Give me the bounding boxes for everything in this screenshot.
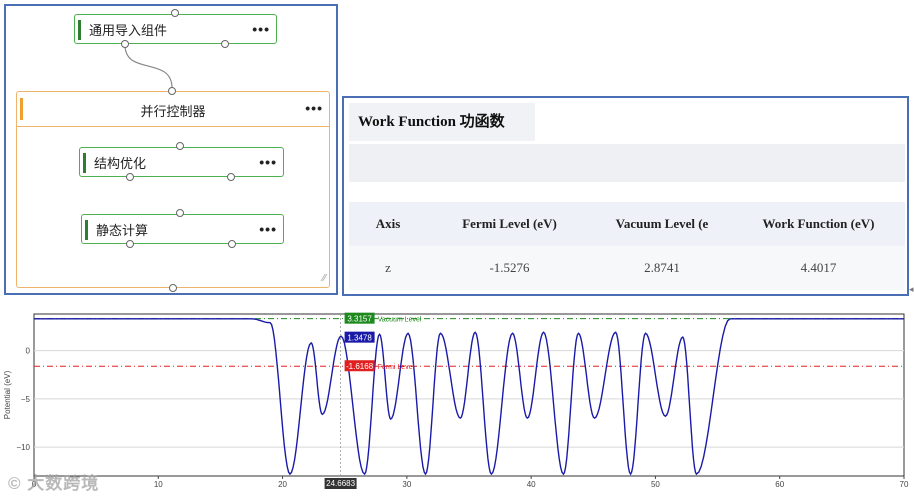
output-port[interactable] [169,284,177,292]
group-parallel-controller[interactable]: 并行控制器 ••• ⁄⁄ [16,91,330,288]
x-tick-label: 60 [775,480,784,489]
x-tick-label: 30 [402,480,411,489]
group-title: 并行控制器 [140,104,206,119]
x-tick-label: 70 [900,480,909,489]
output-port[interactable] [126,173,134,181]
output-port[interactable] [221,40,229,48]
work-function-panel: Work Function 功函数 Axis Fermi Level (eV) … [342,96,909,296]
node-optimize-label: 结构优化 [94,155,147,171]
column-header[interactable]: Vacuum Level (e [592,216,732,232]
x-tick-label: 20 [278,480,287,489]
y-tick-label: −5 [21,395,31,404]
x-tick-label: 50 [651,480,660,489]
table-cell: z [385,260,391,275]
hline-value-label: 3.3157 [347,315,372,324]
node-static-label: 静态计算 [96,222,149,238]
column-header[interactable]: Fermi Level (eV) [427,216,592,232]
series-value-label: 1.3478 [347,334,372,343]
node-status-bar [85,220,88,240]
y-axis-label: Potential (eV) [3,370,12,419]
table-header: Axis Fermi Level (eV) Vacuum Level (e Wo… [349,202,905,246]
output-port[interactable] [121,40,129,48]
more-options-icon[interactable]: ••• [252,21,270,37]
node-status-bar [83,153,86,173]
work-function-table: Axis Fermi Level (eV) Vacuum Level (e Wo… [349,202,905,290]
node-static[interactable]: 静态计算 ••• [81,214,284,244]
watermark: © 大数跨境 [8,474,100,493]
column-header[interactable]: Axis [349,216,427,232]
node-optimize[interactable]: 结构优化 ••• [79,147,284,177]
work-function-title: Work Function 功函数 [349,103,535,141]
expand-caret-icon[interactable]: ◂ [909,284,914,295]
output-port[interactable] [228,240,236,248]
more-options-icon[interactable]: ••• [305,100,323,116]
table-cell: -1.5276 [489,260,530,275]
crosshair-x-label: 24.6683 [326,479,355,488]
input-port[interactable] [168,87,176,95]
more-options-icon[interactable]: ••• [259,154,277,170]
toolbar-strip [349,144,905,182]
hline-name-label: Vacuum Level [378,317,422,324]
resize-handle-icon[interactable]: ⁄⁄ [323,273,326,284]
y-tick-label: −10 [16,443,30,452]
column-header[interactable]: Work Function (eV) [732,216,905,232]
workflow-canvas[interactable]: 通用导入组件 ••• 并行控制器 ••• ⁄⁄ 结构优化 ••• 静态计算 ••… [4,4,338,295]
input-port[interactable] [176,142,184,150]
potential-chart[interactable]: 0 −5 −10 0 10 20 30 40 50 60 70 Potential (eV) 24.66… [0,306,914,499]
x-tick-label: 40 [527,480,536,489]
group-header: 并行控制器 ••• [17,92,329,127]
plot-area[interactable] [33,313,905,477]
hline-name-label: Fermi Level [378,364,415,371]
output-port[interactable] [227,173,235,181]
hline-value-label: -1.6168 [346,362,374,371]
table-row[interactable]: z -1.5276 2.8741 4.4017 [349,246,905,290]
node-import-label: 通用导入组件 [89,22,168,38]
chart-svg[interactable]: 0−5−100 10 20 30 40 50 60 70Potential (eV)24.66… [0,306,914,499]
x-tick-label: 10 [154,480,163,489]
input-port[interactable] [176,209,184,217]
y-tick-label: 0 [26,347,31,356]
output-port[interactable] [126,240,134,248]
input-port[interactable] [171,9,179,17]
node-import[interactable]: 通用导入组件 ••• [74,14,277,44]
more-options-icon[interactable]: ••• [259,221,277,237]
table-cell: 4.4017 [800,260,837,275]
table-cell: 2.8741 [644,260,680,275]
node-status-bar [78,20,81,40]
